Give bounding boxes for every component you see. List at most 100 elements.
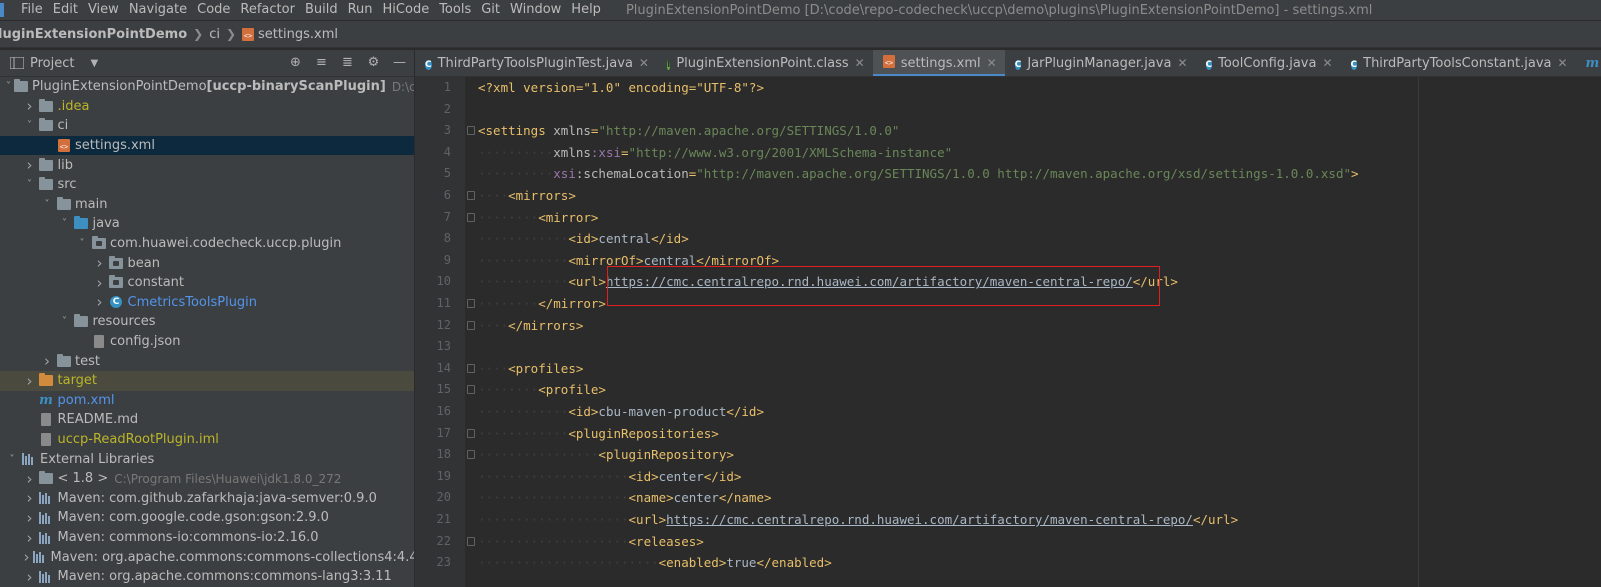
tab-5[interactable]: C ThirdPartyToolsConstant.java ✕ (1341, 50, 1576, 76)
chevron-right-icon[interactable]: › (41, 352, 53, 370)
tree-item[interactable]: › target (0, 371, 414, 391)
chevron-down-icon[interactable]: ˅ (41, 199, 53, 210)
tree-item[interactable]: › lib (0, 155, 414, 175)
tree-item[interactable]: ˅ PluginExtensionPointDemo [uccp-binarySc… (0, 77, 414, 97)
fold-marker-icon[interactable] (467, 299, 475, 308)
menu-run[interactable]: Run (343, 2, 378, 17)
chevron-right-icon[interactable]: › (24, 97, 36, 115)
close-icon[interactable]: ✕ (987, 56, 997, 70)
tree-item[interactable]: › < 1.8 > C:\Program Files\Huawei\jdk1.8.0… (0, 469, 414, 489)
menu-file[interactable]: File (16, 2, 48, 17)
tree-item[interactable]: config.json (0, 332, 414, 352)
chevron-right-icon[interactable]: › (24, 509, 36, 527)
tab-2[interactable]: <> settings.xml ✕ (872, 50, 1005, 76)
chevron-right-icon[interactable]: › (24, 489, 36, 507)
breadcrumb-project[interactable]: luginExtensionPointDemo (0, 27, 187, 42)
tree-item[interactable]: ˅ resources (0, 312, 414, 332)
url-link[interactable]: https://cmc.centralrepo.rnd.huawei.com/a… (666, 512, 1193, 527)
menu-hicode[interactable]: HiCode (378, 2, 435, 17)
menu-code[interactable]: Code (192, 2, 235, 17)
fold-marker-icon[interactable] (467, 450, 475, 460)
fold-marker-icon[interactable] (467, 191, 475, 200)
tree-item-label: External Libraries (40, 451, 155, 467)
folder-icon (56, 353, 71, 368)
menu-tools[interactable]: Tools (434, 2, 476, 17)
chevron-down-icon[interactable]: ˅ (24, 120, 36, 131)
tree-item[interactable]: ˅ External Libraries (0, 449, 414, 469)
menu-git[interactable]: Git (476, 2, 505, 17)
tree-item[interactable]: › constant (0, 273, 414, 293)
tree-item[interactable]: › Maven: org.apache.commons:commons-colle… (0, 547, 415, 567)
chevron-right-icon[interactable]: › (94, 254, 106, 272)
menu-view[interactable]: View (83, 2, 124, 17)
chevron-down-icon[interactable]: ˅ (6, 81, 11, 92)
chevron-right-icon[interactable]: › (24, 470, 36, 488)
chevron-right-icon[interactable]: › (24, 529, 36, 547)
tree-item[interactable]: ˅ main (0, 195, 414, 215)
chevron-down-icon[interactable]: ˅ (59, 218, 71, 229)
chevron-down-icon[interactable]: ▼ (90, 58, 98, 69)
breadcrumb-folder[interactable]: ci (209, 27, 220, 42)
tree-item[interactable]: › Maven: org.apache.commons:commons-lang3… (0, 567, 414, 587)
expand-all-icon[interactable]: ≡ (313, 54, 330, 71)
tab-1[interactable]: I PluginExtensionPoint.class ✕ (657, 50, 873, 76)
tree-item[interactable]: › .idea (0, 97, 414, 117)
fold-marker-icon[interactable] (467, 428, 475, 438)
collapse-all-icon[interactable]: ≣ (339, 54, 356, 71)
menu-help[interactable]: Help (566, 2, 606, 17)
fold-marker-icon[interactable] (467, 363, 475, 373)
breadcrumb-file[interactable]: settings.xml (258, 27, 338, 42)
menu-build[interactable]: Build (300, 2, 343, 17)
tree-item[interactable]: ˅ com.huawei.codecheck.uccp.plugin (0, 234, 414, 254)
gear-icon[interactable]: ⚙ (365, 54, 382, 71)
tree-item[interactable]: › test (0, 351, 414, 371)
menu-refactor[interactable]: Refactor (235, 2, 300, 17)
locate-icon[interactable]: ⊕ (287, 54, 304, 71)
chevron-down-icon[interactable]: ˅ (24, 179, 36, 190)
fold-marker-icon[interactable] (467, 126, 475, 136)
tab-3[interactable]: C JarPluginManager.java ✕ (1005, 50, 1196, 76)
hide-icon[interactable]: — (391, 54, 408, 71)
code-editor[interactable]: <?xml version="1.0" encoding="UTF-8"?> <s… (478, 77, 1601, 587)
chevron-right-icon[interactable]: › (24, 568, 36, 586)
chevron-right-icon[interactable]: › (24, 372, 36, 390)
fold-marker-icon[interactable] (467, 212, 475, 222)
tree-item[interactable]: ˅ java (0, 214, 414, 234)
tree-item[interactable]: uccp-ReadRootPlugin.iml (0, 430, 414, 450)
chevron-down-icon[interactable]: ˅ (59, 316, 71, 327)
chevron-right-icon[interactable]: › (94, 293, 106, 311)
folder-shape (39, 177, 53, 191)
tree-item[interactable]: <> settings.xml (0, 135, 414, 156)
close-icon[interactable]: ✕ (639, 56, 649, 70)
chevron-down-icon[interactable]: ˅ (76, 238, 88, 249)
project-view-label[interactable]: Project (30, 56, 74, 71)
tree-item[interactable]: README.md (0, 410, 414, 430)
class-icon: C (1350, 56, 1358, 71)
chevron-right-icon[interactable]: › (94, 274, 106, 292)
tree-item[interactable]: › C CmetricsToolsPlugin (0, 293, 414, 313)
close-icon[interactable]: ✕ (1557, 56, 1567, 70)
close-icon[interactable]: ✕ (1322, 56, 1332, 70)
tree-item[interactable]: › Maven: com.google.code.gson:gson:2.9.0 (0, 508, 414, 528)
tree-item[interactable]: ˅ ci (0, 116, 414, 136)
fold-marker-icon[interactable] (467, 320, 475, 330)
fold-marker-icon[interactable] (467, 536, 475, 546)
tab-4[interactable]: C ToolConfig.java ✕ (1196, 50, 1341, 76)
tree-item[interactable]: ˅ src (0, 175, 414, 195)
tab-0[interactable]: C ThirdPartyToolsPluginTest.java ✕ (415, 50, 657, 76)
tree-item[interactable]: › Maven: commons-io:commons-io:2.16.0 (0, 528, 414, 548)
chevron-down-icon[interactable]: ˅ (6, 454, 18, 465)
close-icon[interactable]: ✕ (1177, 56, 1187, 70)
menu-window[interactable]: Window (505, 2, 566, 17)
tab-6[interactable]: mpom.xml ( (1576, 50, 1601, 76)
menu-navigate[interactable]: Navigate (124, 2, 192, 17)
close-icon[interactable]: ✕ (855, 56, 865, 70)
folder-icon (39, 98, 54, 113)
menu-edit[interactable]: Edit (48, 2, 83, 17)
tree-item[interactable]: › Maven: com.github.zafarkhaja:java-semve… (0, 489, 414, 509)
tree-item[interactable]: › bean (0, 253, 414, 273)
tree-item[interactable]: m pom.xml (0, 391, 414, 411)
chevron-right-icon[interactable]: › (24, 156, 36, 174)
chevron-right-icon[interactable]: › (24, 548, 30, 566)
fold-marker-icon[interactable] (467, 385, 475, 395)
